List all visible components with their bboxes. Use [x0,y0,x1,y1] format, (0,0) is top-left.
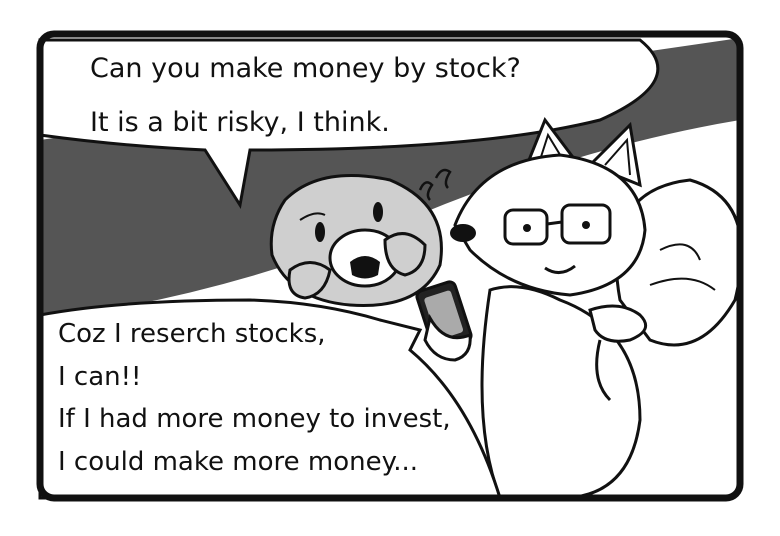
speech-text-bottom: Coz I reserch stocks, I can!! If I had m… [58,313,451,483]
speech-bottom-line-3: If I had more money to invest, [58,404,451,434]
speech-bottom-line-4: I could make more money... [58,446,419,477]
speech-text-top: Can you make money by stock? It is a bit… [90,42,521,150]
speech-top-line-2: It is a bit risky, I think. [90,107,390,138]
speech-bottom-line-1: Coz I reserch stocks, [58,319,326,349]
speech-bottom-line-2: I can!! [58,361,142,392]
speech-top-line-1: Can you make money by stock? [90,53,521,84]
